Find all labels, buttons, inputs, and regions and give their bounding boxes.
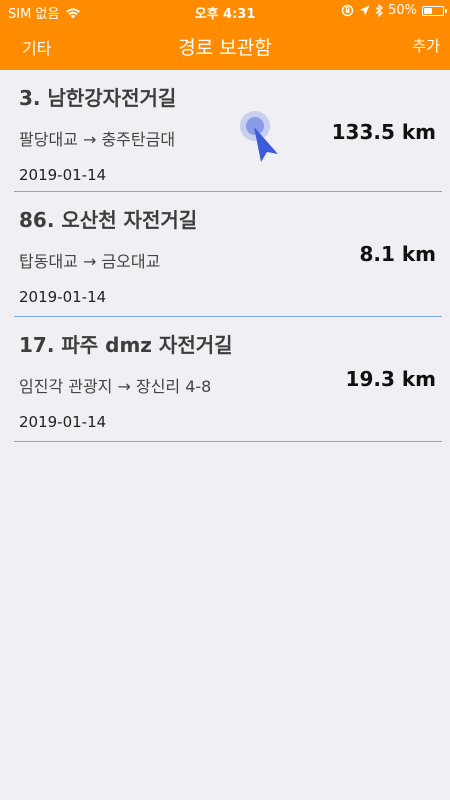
route-path: 임진각 관광지 → 장신리 4-8 (19, 377, 212, 396)
battery-icon (422, 5, 447, 16)
route-date: 2019-01-14 (19, 288, 107, 306)
route-distance: 133.5 km (331, 120, 436, 144)
add-button[interactable]: 추가 (412, 35, 440, 56)
route-distance: 8.1 km (359, 242, 436, 266)
route-list: 3. 남한강자전거길 팔당대교 → 충주탄금대 133.5 km 2019-01… (0, 70, 450, 442)
wifi-icon (66, 7, 81, 18)
battery-level (424, 7, 432, 14)
orientation-lock-icon (341, 4, 354, 17)
status-bar: SIM 없음 오후 4:31 50% (0, 0, 450, 22)
location-arrow-icon (359, 5, 370, 16)
divider (14, 440, 442, 442)
carrier-label: SIM 없음 (8, 7, 60, 22)
route-item[interactable]: 3. 남한강자전거길 팔당대교 → 충주탄금대 133.5 km 2019-01… (0, 70, 450, 192)
route-name: 17. 파주 dmz 자전거길 (19, 333, 233, 357)
more-button[interactable]: 기타 (22, 35, 51, 59)
route-name: 3. 남한강자전거길 (19, 86, 177, 110)
route-date: 2019-01-14 (19, 413, 107, 431)
route-date: 2019-01-14 (19, 166, 107, 184)
status-left: SIM 없음 (8, 3, 81, 22)
battery-percent: 50% (388, 3, 417, 18)
route-item[interactable]: 86. 오산천 자전거길 탑동대교 → 금오대교 8.1 km 2019-01-… (0, 192, 450, 317)
screen: SIM 없음 오후 4:31 50% 기타 경로 보관함 추가 3. 남한강자전… (0, 0, 450, 800)
route-name: 86. 오산천 자전거길 (19, 208, 198, 232)
bluetooth-icon (375, 4, 383, 17)
route-distance: 19.3 km (345, 367, 436, 391)
page-title: 경로 보관함 (178, 37, 272, 59)
status-right: 50% (341, 3, 447, 18)
navigation-bar: 기타 경로 보관함 추가 (0, 22, 450, 70)
route-item[interactable]: 17. 파주 dmz 자전거길 임진각 관광지 → 장신리 4-8 19.3 k… (0, 317, 450, 442)
route-path: 팔당대교 → 충주탄금대 (19, 130, 176, 149)
route-path: 탑동대교 → 금오대교 (19, 252, 161, 271)
